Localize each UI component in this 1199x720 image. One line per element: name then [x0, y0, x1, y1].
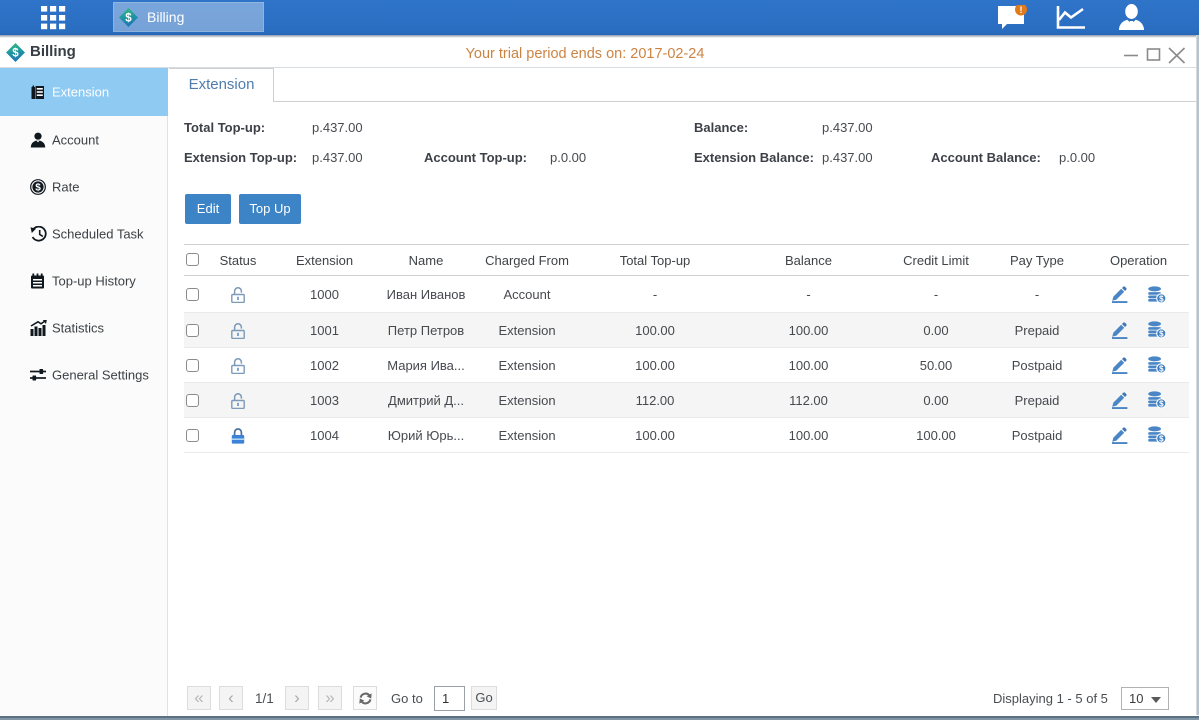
svg-text:$: $	[12, 48, 19, 60]
svg-text:$: $	[1159, 434, 1164, 443]
svg-text:!: !	[1020, 5, 1023, 15]
svg-text:$: $	[1159, 294, 1164, 303]
svg-text:$: $	[125, 13, 132, 25]
svg-text:$: $	[1159, 399, 1164, 408]
svg-text:$: $	[1159, 329, 1164, 338]
svg-text:$: $	[1159, 364, 1164, 373]
svg-text:$: $	[35, 182, 41, 193]
